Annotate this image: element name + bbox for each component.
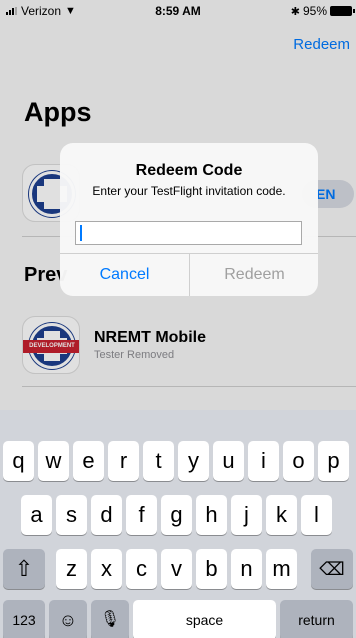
keyboard: q w e r t y u i o p a s d f g h j k l ⇧ … [0,410,356,638]
key-n[interactable]: n [231,549,262,589]
backspace-key[interactable]: ⌫ [311,549,353,589]
key-s[interactable]: s [56,495,87,535]
redeem-code-input[interactable] [75,221,302,245]
numbers-key[interactable]: 123 [3,600,45,638]
cancel-button[interactable]: Cancel [60,254,189,296]
key-e[interactable]: e [73,441,104,481]
key-o[interactable]: o [283,441,314,481]
key-l[interactable]: l [301,495,332,535]
key-a[interactable]: a [21,495,52,535]
key-j[interactable]: j [231,495,262,535]
key-h[interactable]: h [196,495,227,535]
shift-key[interactable]: ⇧ [3,549,45,589]
key-c[interactable]: c [126,549,157,589]
text-caret [80,225,82,241]
redeem-button[interactable]: Redeem [190,254,318,296]
alert-title: Redeem Code [135,162,243,179]
microphone-key[interactable]: 🎙 [91,600,129,638]
key-q[interactable]: q [3,441,34,481]
key-i[interactable]: i [248,441,279,481]
redeem-code-alert: Redeem Code Enter your TestFlight invita… [60,143,318,296]
key-z[interactable]: z [56,549,87,589]
key-k[interactable]: k [266,495,297,535]
return-key[interactable]: return [280,600,353,638]
emoji-key[interactable]: ☺ [49,600,87,638]
key-b[interactable]: b [196,549,227,589]
key-y[interactable]: y [178,441,209,481]
space-key[interactable]: space [133,600,276,638]
key-g[interactable]: g [161,495,192,535]
key-v[interactable]: v [161,549,192,589]
key-p[interactable]: p [318,441,349,481]
key-m[interactable]: m [266,549,297,589]
key-r[interactable]: r [108,441,139,481]
key-u[interactable]: u [213,441,244,481]
key-x[interactable]: x [91,549,122,589]
key-w[interactable]: w [38,441,69,481]
alert-message: Enter your TestFlight invitation code. [92,184,286,198]
key-f[interactable]: f [126,495,157,535]
key-t[interactable]: t [143,441,174,481]
key-d[interactable]: d [91,495,122,535]
